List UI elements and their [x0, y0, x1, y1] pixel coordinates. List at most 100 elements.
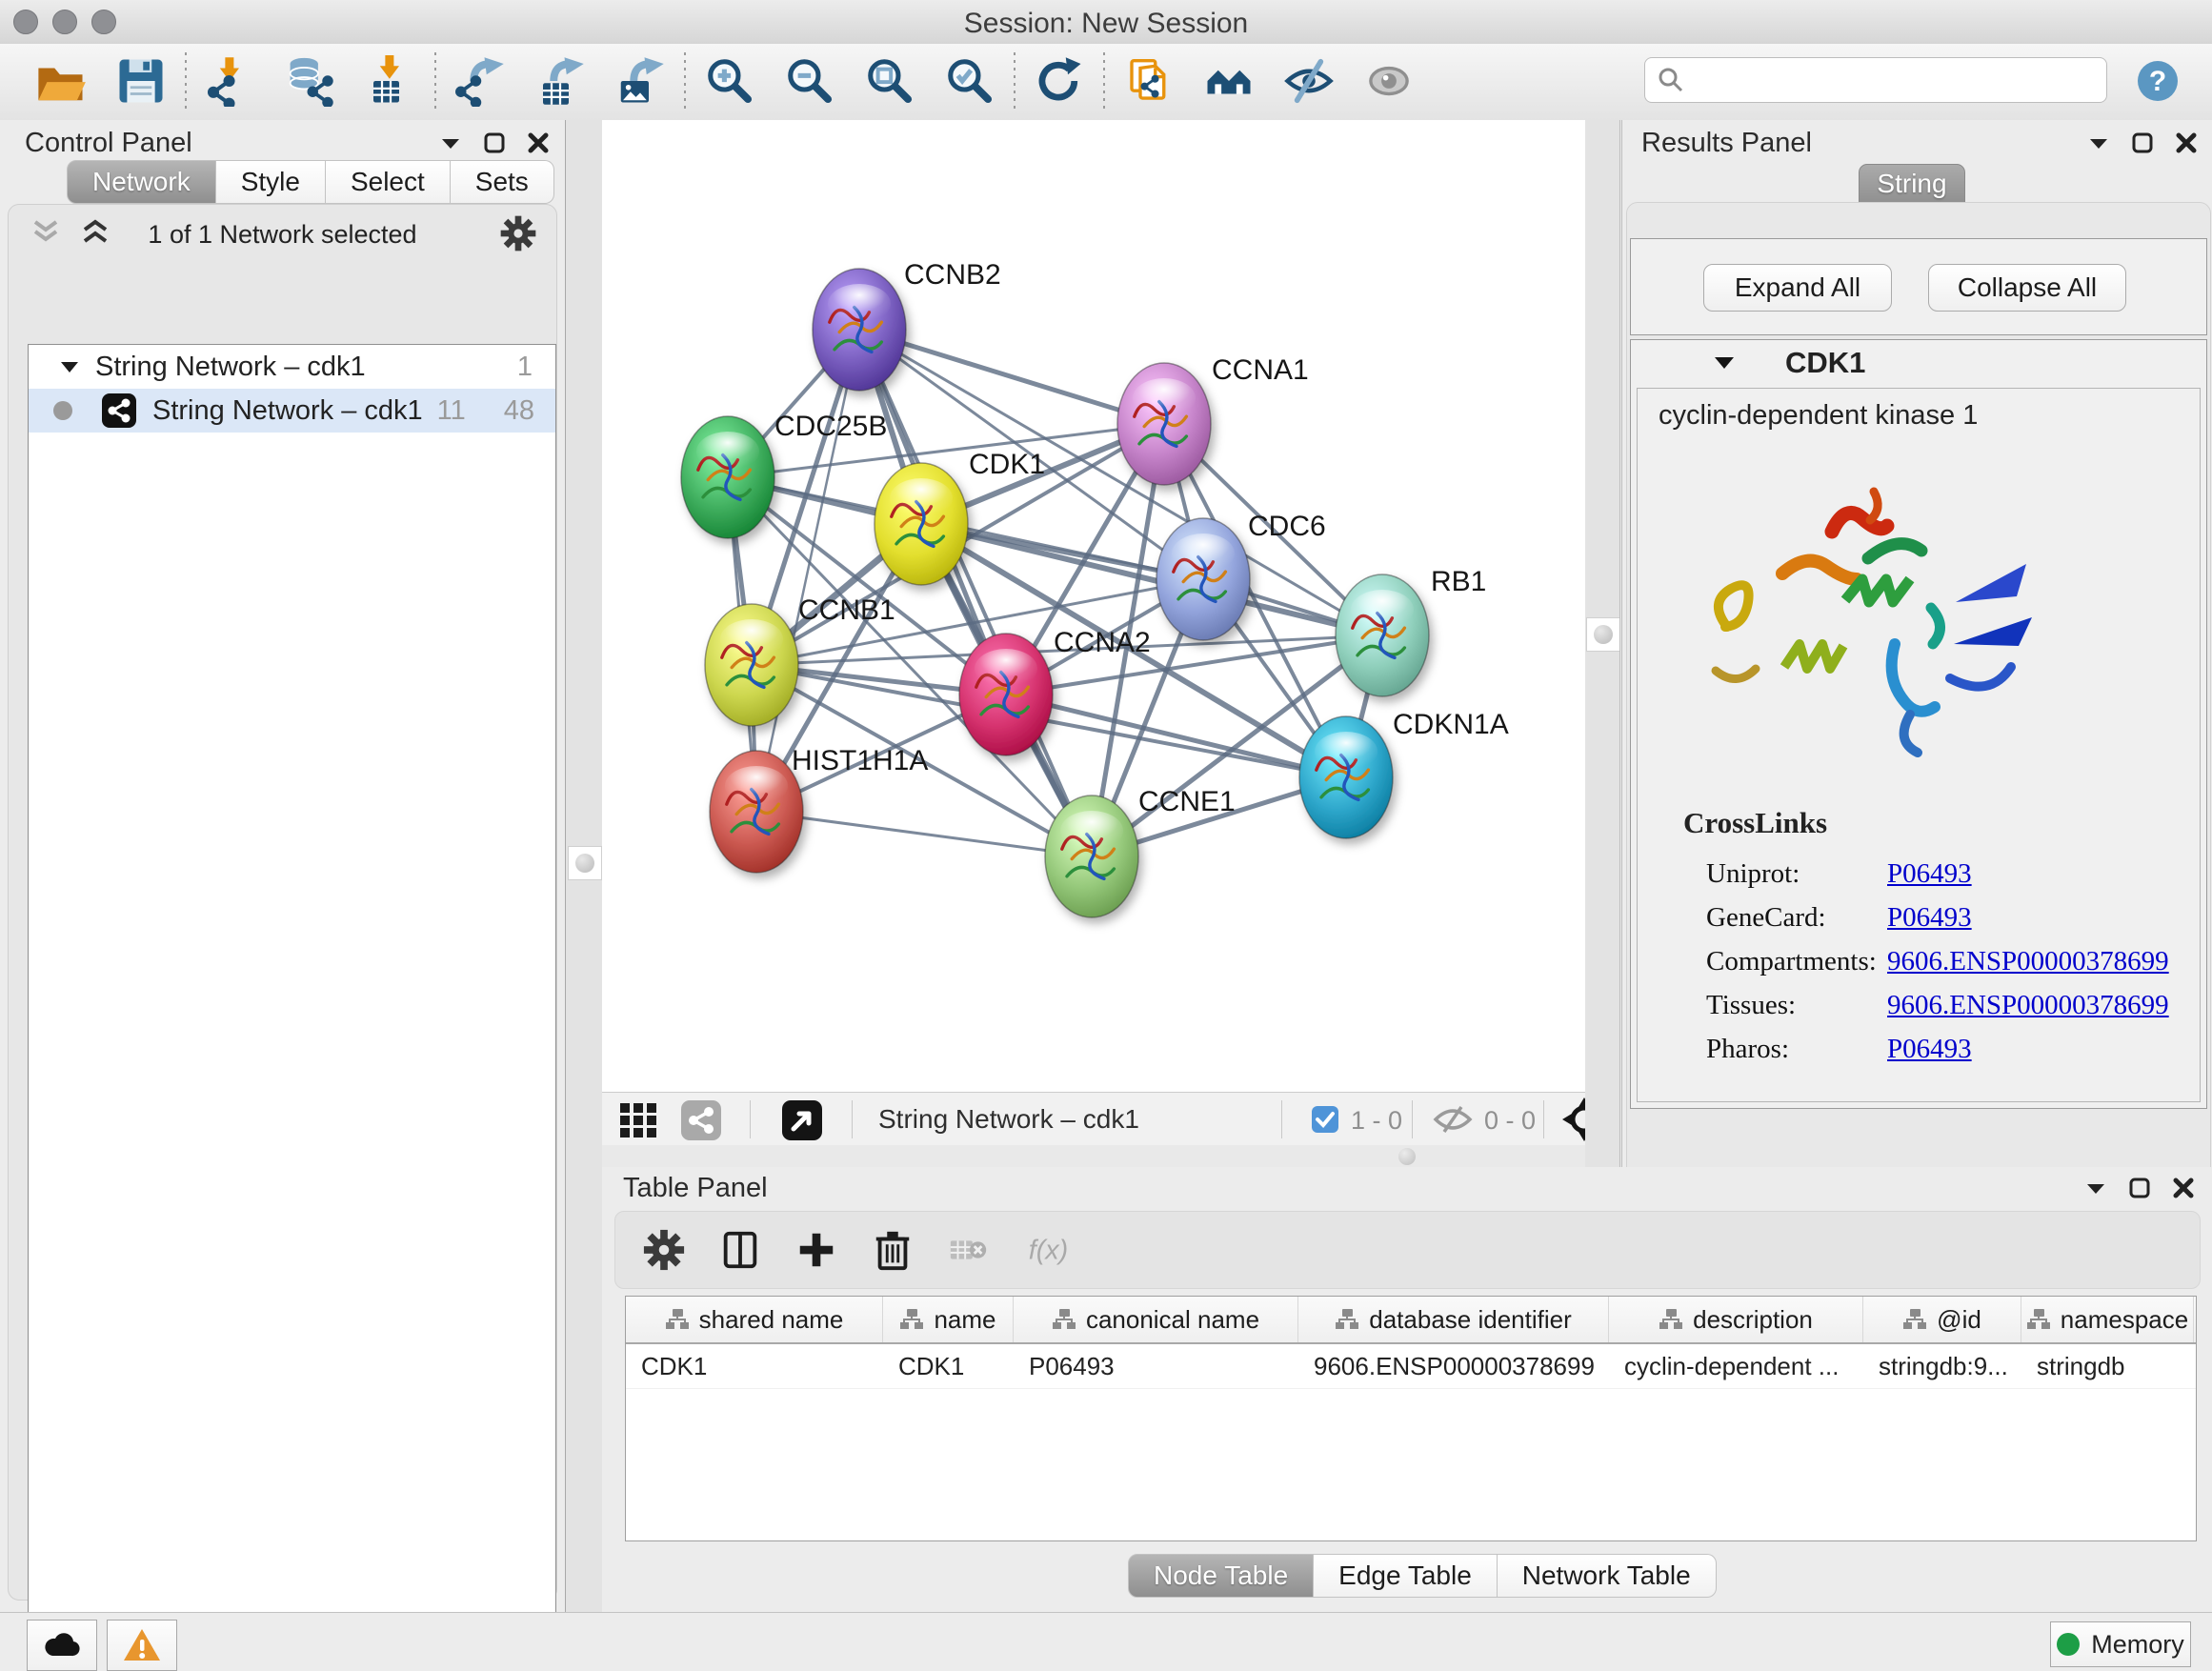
collapse-all-button[interactable]: Collapse All — [1928, 264, 2126, 312]
right-splitter[interactable] — [1585, 120, 1619, 1167]
network-node-HIST1H1A[interactable]: HIST1H1A — [710, 745, 928, 873]
table-cell[interactable]: P06493 — [1014, 1344, 1298, 1388]
tab-style[interactable]: Style — [216, 160, 326, 204]
network-node-RB1[interactable]: RB1 — [1336, 566, 1486, 696]
export-table-button[interactable] — [520, 44, 600, 118]
toolbar-separator — [1014, 52, 1016, 110]
network-canvas[interactable]: CCNB2 CCNA1 CDC25B CDK1 CDC6 RB1 CCNB1 C… — [602, 120, 1585, 1092]
clone-network-button[interactable] — [1109, 44, 1189, 118]
tab-node-table[interactable]: Node Table — [1128, 1554, 1314, 1598]
table-row[interactable]: CDK1CDK1P064939606.ENSP00000378699cyclin… — [626, 1344, 2196, 1389]
panel-close-icon[interactable] — [2175, 131, 2198, 154]
crosslink-value[interactable]: P06493 — [1887, 902, 1972, 934]
table-cell[interactable]: CDK1 — [626, 1344, 883, 1388]
delete-column-button[interactable] — [871, 1228, 915, 1272]
table-cell[interactable]: cyclin-dependent ... — [1609, 1344, 1863, 1388]
table-cell[interactable]: CDK1 — [883, 1344, 1014, 1388]
crosslink-value[interactable]: P06493 — [1887, 1034, 1972, 1065]
zoom-selected-button[interactable] — [930, 44, 1010, 118]
network-node-CCNA1[interactable]: CCNA1 — [1117, 354, 1309, 485]
gene-collapse-icon[interactable] — [1713, 354, 1736, 372]
cloud-button[interactable] — [27, 1620, 97, 1671]
show-columns-icon — [718, 1228, 762, 1272]
first-neighbors-button[interactable] — [1189, 44, 1269, 118]
tab-network[interactable]: Network — [67, 160, 216, 204]
open-session-button[interactable] — [21, 44, 101, 118]
search-input[interactable] — [1685, 65, 2089, 96]
network-row[interactable]: String Network – cdk1 11 48 — [29, 389, 555, 433]
tab-network-table[interactable]: Network Table — [1498, 1554, 1717, 1598]
help-icon: ? — [2136, 59, 2180, 103]
show-all-button[interactable] — [1349, 44, 1429, 118]
protein-structure-image — [1672, 457, 2062, 772]
birds-eye-view-icon[interactable] — [781, 1099, 823, 1141]
column-header-namespace[interactable]: namespace — [2021, 1297, 2194, 1342]
left-splitter[interactable] — [566, 120, 602, 1612]
hide-selected-button[interactable] — [1269, 44, 1349, 118]
collection-expand-icon[interactable] — [59, 359, 80, 374]
import-network-button[interactable] — [191, 44, 271, 118]
warning-button[interactable] — [107, 1620, 177, 1671]
network-edge[interactable] — [756, 330, 859, 812]
import-table-button[interactable] — [351, 44, 431, 118]
expand-all-button[interactable]: Expand All — [1703, 264, 1892, 312]
column-header-database-identifier[interactable]: database identifier — [1298, 1297, 1609, 1342]
network-node-CCNE1[interactable]: CCNE1 — [1045, 786, 1236, 917]
panel-float-icon[interactable] — [2131, 131, 2154, 154]
panel-menu-icon[interactable] — [2084, 1180, 2107, 1196]
network-options-gear-icon[interactable] — [499, 214, 537, 252]
panel-float-icon[interactable] — [483, 131, 506, 154]
network-view-icon[interactable] — [680, 1099, 722, 1141]
column-header-description[interactable]: description — [1609, 1297, 1863, 1342]
network-edge[interactable] — [756, 812, 1092, 856]
crosslink-value[interactable]: P06493 — [1887, 858, 1972, 890]
zoom-out-button[interactable] — [770, 44, 850, 118]
tab-edge-table[interactable]: Edge Table — [1314, 1554, 1498, 1598]
panel-close-icon[interactable] — [527, 131, 550, 154]
left-splitter-handle[interactable] — [568, 846, 602, 880]
add-column-button[interactable] — [794, 1228, 838, 1272]
network-node-CCNB2[interactable]: CCNB2 — [813, 259, 1001, 391]
tab-sets[interactable]: Sets — [451, 160, 554, 204]
column-header-canonical-name[interactable]: canonical name — [1014, 1297, 1298, 1342]
zoom-fit-button[interactable] — [850, 44, 930, 118]
tab-string-results[interactable]: String — [1859, 164, 1965, 204]
table-cell[interactable]: stringdb:9... — [1863, 1344, 2021, 1388]
grid-view-icon[interactable] — [619, 1102, 657, 1138]
zoom-in-button[interactable] — [690, 44, 770, 118]
search-field[interactable] — [1644, 57, 2107, 103]
show-columns-button[interactable] — [718, 1228, 762, 1272]
network-collection-row[interactable]: String Network – cdk1 1 — [29, 345, 555, 389]
save-session-button[interactable] — [101, 44, 181, 118]
memory-button[interactable]: Memory — [2050, 1621, 2191, 1667]
table-settings-button[interactable] — [642, 1228, 686, 1272]
panel-menu-icon[interactable] — [2087, 135, 2110, 151]
crosslink-value[interactable]: 9606.ENSP00000378699 — [1887, 946, 2169, 977]
panel-close-icon[interactable] — [2172, 1177, 2195, 1199]
column-header-name[interactable]: name — [883, 1297, 1014, 1342]
column-header--id[interactable]: @id — [1863, 1297, 2021, 1342]
help-button[interactable]: ? — [2136, 59, 2180, 103]
bottom-splitter-handle[interactable] — [1398, 1148, 1416, 1165]
network-node-CDKN1A[interactable]: CDKN1A — [1299, 709, 1509, 838]
refresh-button[interactable] — [1019, 44, 1099, 118]
right-splitter-handle[interactable] — [1586, 617, 1620, 652]
table-cell[interactable]: 9606.ENSP00000378699 — [1298, 1344, 1609, 1388]
import-database-button[interactable] — [271, 44, 351, 118]
show-all-icon — [1363, 55, 1415, 107]
column-header-shared-name[interactable]: shared name — [626, 1297, 883, 1342]
network-node-CDK1[interactable]: CDK1 — [875, 449, 1045, 585]
network-node-CDC6[interactable]: CDC6 — [1156, 511, 1326, 640]
selected-checkbox-icon[interactable] — [1311, 1105, 1339, 1134]
network-edge[interactable] — [859, 330, 1092, 856]
export-network-button[interactable] — [440, 44, 520, 118]
panel-menu-icon[interactable] — [439, 135, 462, 151]
table-cell[interactable]: stringdb — [2021, 1344, 2194, 1388]
export-image-button[interactable] — [600, 44, 680, 118]
tab-select[interactable]: Select — [326, 160, 451, 204]
panel-float-icon[interactable] — [2128, 1177, 2151, 1199]
crosslink-value[interactable]: 9606.ENSP00000378699 — [1887, 990, 2169, 1021]
hidden-eye-icon[interactable] — [1433, 1105, 1473, 1134]
zoom-out-icon — [784, 55, 835, 107]
bottom-splitter[interactable] — [602, 1145, 1585, 1167]
